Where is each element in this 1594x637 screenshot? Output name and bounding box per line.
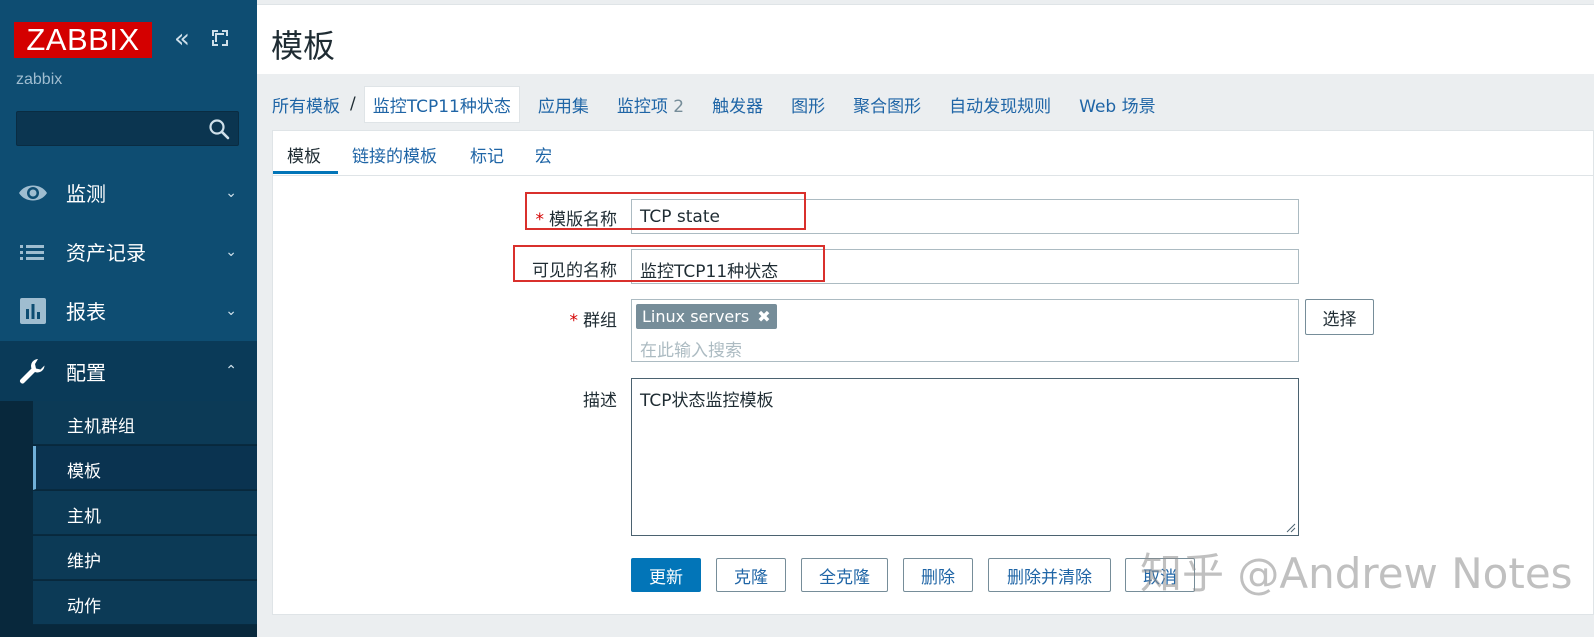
submenu-maintenance[interactable]: 维护 xyxy=(33,536,257,580)
nav-web-scenarios[interactable]: Web 场景 xyxy=(1079,92,1155,117)
wrench-icon xyxy=(19,359,45,384)
group-chip: Linux servers ✖ xyxy=(636,304,777,329)
groups-multiselect[interactable]: Linux servers ✖ 在此输入搜索 xyxy=(631,299,1299,362)
sidebar: ZABBIX « zabbix 监测 ⌄ 资产记录 ⌄ 报表 ⌄ 配置 ⌃ 主机… xyxy=(0,0,257,637)
search-icon[interactable] xyxy=(208,118,230,140)
chevron-down-icon: ⌄ xyxy=(225,243,237,260)
clone-button[interactable]: 克隆 xyxy=(716,558,786,592)
remove-chip-icon[interactable]: ✖ xyxy=(757,307,770,326)
breadcrumb-current-template[interactable]: 监控TCP11种状态 xyxy=(363,85,520,123)
required-mark: * xyxy=(569,311,579,331)
nav-graphs[interactable]: 图形 xyxy=(791,92,825,117)
submenu-actions[interactable]: 动作 xyxy=(33,581,257,625)
nav-screens[interactable]: 聚合图形 xyxy=(853,92,921,117)
menu-label: 监测 xyxy=(66,182,106,206)
update-button[interactable]: 更新 xyxy=(631,558,701,592)
bar-chart-icon xyxy=(20,298,46,324)
zabbix-logo[interactable]: ZABBIX xyxy=(14,22,152,58)
nav-items[interactable]: 监控项 2 xyxy=(617,92,684,117)
description-text: TCP状态监控模板 xyxy=(640,391,774,411)
watermark: 知乎 @Andrew Notes xyxy=(1140,549,1573,598)
highlight-box xyxy=(513,245,825,282)
chevron-up-icon: ⌃ xyxy=(225,363,237,379)
submenu-label: 模板 xyxy=(67,462,101,482)
submenu-host-groups[interactable]: 主机群组 xyxy=(33,401,257,445)
menu-monitoring[interactable]: 监测 ⌄ xyxy=(0,163,257,222)
tab-tags[interactable]: 标记 xyxy=(470,142,504,167)
menu-label: 报表 xyxy=(66,300,106,324)
menu-configuration[interactable]: 配置 ⌃ xyxy=(0,341,257,401)
submenu-hosts[interactable]: 主机 xyxy=(33,491,257,535)
highlight-box xyxy=(525,192,806,230)
description-textarea[interactable]: TCP状态监控模板 xyxy=(631,378,1299,536)
groups-label: * 群组 xyxy=(497,306,618,331)
chevron-down-icon: ⌄ xyxy=(225,184,237,201)
submenu-label: 主机群组 xyxy=(67,417,135,437)
menu-label: 资产记录 xyxy=(66,241,146,265)
tab-linked-templates[interactable]: 链接的模板 xyxy=(352,142,437,167)
nav-applications[interactable]: 应用集 xyxy=(538,92,589,117)
groups-search-placeholder[interactable]: 在此输入搜索 xyxy=(640,336,742,361)
menu-reports[interactable]: 报表 ⌄ xyxy=(0,281,257,340)
submenu-label: 动作 xyxy=(67,597,101,617)
page-header: 模板 xyxy=(257,4,1594,74)
form-tabs: 模板 链接的模板 标记 宏 xyxy=(273,131,1593,176)
submenu-label: 主机 xyxy=(67,507,101,527)
submenu-templates[interactable]: 模板 xyxy=(33,446,257,490)
undock-sidebar-icon[interactable] xyxy=(212,30,228,46)
template-nav: 所有模板 / 监控TCP11种状态 应用集 监控项 2 触发器 图形 聚合图形 … xyxy=(272,85,1184,123)
configuration-submenu: 主机群组 模板 主机 维护 动作 xyxy=(0,401,257,637)
menu-label: 配置 xyxy=(66,360,106,385)
delete-and-clear-button[interactable]: 删除并清除 xyxy=(988,558,1111,592)
sidebar-search-input[interactable] xyxy=(16,111,239,146)
nav-discovery-rules[interactable]: 自动发现规则 xyxy=(949,92,1051,117)
description-label: 描述 xyxy=(583,391,617,411)
full-clone-button[interactable]: 全克隆 xyxy=(801,558,888,592)
submenu-label: 维护 xyxy=(67,552,101,572)
collapse-sidebar-icon[interactable]: « xyxy=(174,26,190,52)
select-groups-button[interactable]: 选择 xyxy=(1305,299,1374,335)
breadcrumb-separator: / xyxy=(350,94,356,114)
delete-button[interactable]: 删除 xyxy=(903,558,973,592)
chevron-down-icon: ⌄ xyxy=(225,302,237,319)
tab-macros[interactable]: 宏 xyxy=(535,142,552,167)
menu-inventory[interactable]: 资产记录 ⌄ xyxy=(0,222,257,281)
list-icon xyxy=(20,245,44,260)
server-name: zabbix xyxy=(16,71,63,88)
nav-triggers[interactable]: 触发器 xyxy=(712,92,763,117)
eye-icon xyxy=(19,185,47,201)
active-tab-indicator xyxy=(273,171,338,174)
groups-label-text: 群组 xyxy=(583,311,617,331)
breadcrumb-all-templates[interactable]: 所有模板 xyxy=(272,92,340,117)
tab-template[interactable]: 模板 xyxy=(287,142,321,167)
items-count-badge: 2 xyxy=(673,96,685,117)
nav-items-label: 监控项 xyxy=(616,96,668,117)
resize-handle-icon[interactable] xyxy=(1286,523,1296,533)
group-chip-label: Linux servers xyxy=(642,307,750,326)
page-title: 模板 xyxy=(271,27,336,65)
